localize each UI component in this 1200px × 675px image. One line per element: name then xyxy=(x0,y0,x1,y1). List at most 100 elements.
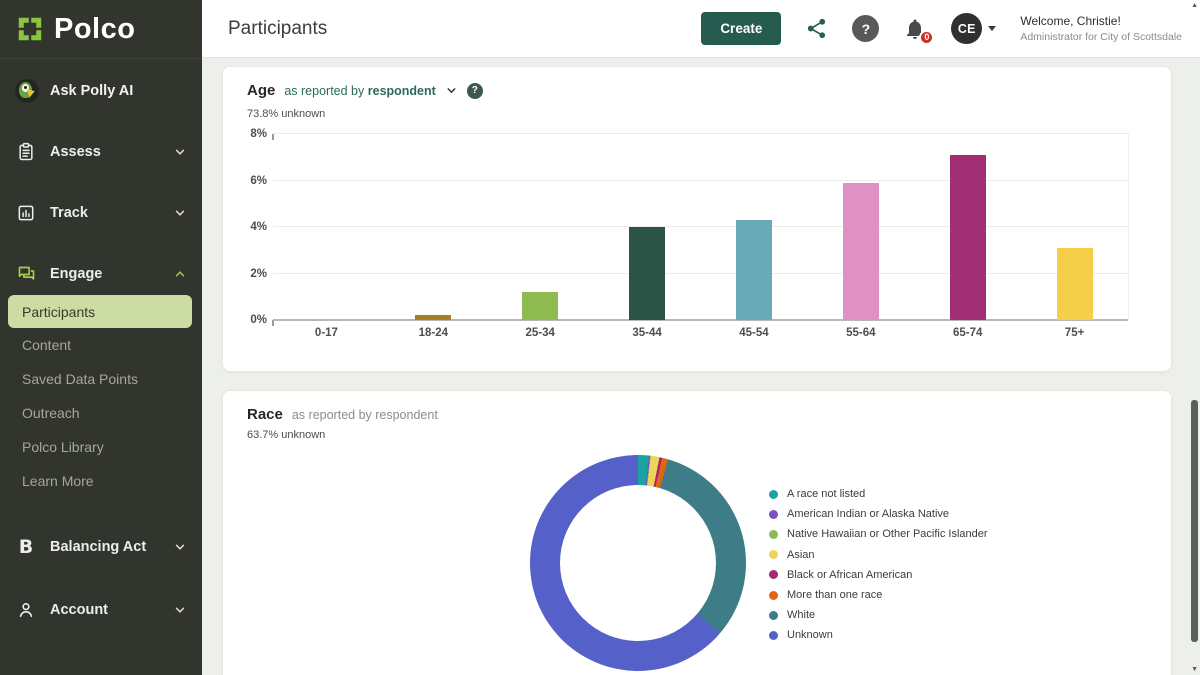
balancing-act-b-icon: B xyxy=(15,536,37,558)
y-tick-label: 8% xyxy=(229,128,267,140)
legend-label: American Indian or Alaska Native xyxy=(787,508,949,520)
legend-item[interactable]: A race not listed xyxy=(769,484,988,504)
sidebar-item-outreach[interactable]: Outreach xyxy=(0,396,202,430)
age-plot: 0-1718-2425-3435-4445-5455-6465-7475+ 0%… xyxy=(273,134,1129,320)
sidebar-item-ask-polly[interactable]: Ask Polly AI xyxy=(0,77,202,105)
bar-slot xyxy=(807,134,914,320)
create-button[interactable]: Create xyxy=(701,12,781,45)
sidebar-item-label: Balancing Act xyxy=(50,539,146,555)
sidebar-item-balancing-act[interactable]: B Balancing Act xyxy=(0,533,202,561)
y-tick-label: 6% xyxy=(229,175,267,187)
race-legend: A race not listed American Indian or Alas… xyxy=(769,484,988,646)
engage-subnav: Participants Content Saved Data Points O… xyxy=(0,295,202,498)
race-unknown-note: 63.7% unknown xyxy=(247,429,325,441)
legend-dot xyxy=(769,631,778,640)
x-tick-label: 18-24 xyxy=(380,327,487,339)
sidebar-item-assess[interactable]: Assess xyxy=(0,138,202,166)
bar-55-64[interactable] xyxy=(843,183,879,320)
sidebar-item-learn-more[interactable]: Learn More xyxy=(0,464,202,498)
legend-dot xyxy=(769,510,778,519)
sidebar-item-label: Assess xyxy=(50,144,101,160)
bar-slot xyxy=(1021,134,1128,320)
subtitle-prefix: as reported by xyxy=(284,84,364,98)
legend-dot xyxy=(769,611,778,620)
x-tick-label: 0-17 xyxy=(273,327,380,339)
race-card: Race as reported by respondent 63.7% unk… xyxy=(222,390,1172,675)
chevron-down-icon[interactable] xyxy=(445,84,458,97)
age-card-header: Age as reported by respondent ? xyxy=(247,82,483,99)
race-chart-title: Race xyxy=(247,406,283,423)
person-icon xyxy=(15,600,37,620)
sidebar-item-label: Track xyxy=(50,205,88,221)
legend-dot xyxy=(769,530,778,539)
logo-text: Polco xyxy=(54,13,135,46)
sidebar-item-track[interactable]: Track xyxy=(0,199,202,227)
bar-slot xyxy=(487,134,594,320)
logo[interactable]: Polco xyxy=(0,0,202,59)
share-icon[interactable] xyxy=(805,17,828,40)
legend-item[interactable]: Black or African American xyxy=(769,565,988,585)
welcome-block: Welcome, Christie! Administrator for Cit… xyxy=(1020,13,1186,43)
scrollbar: ▲ ▼ xyxy=(1188,0,1200,675)
legend-item[interactable]: More than one race xyxy=(769,585,988,605)
scrollbar-thumb[interactable] xyxy=(1191,400,1198,642)
page-title: Participants xyxy=(228,18,327,40)
sidebar-item-content[interactable]: Content xyxy=(0,328,202,362)
bar-chart-icon xyxy=(15,203,37,223)
legend-item[interactable]: American Indian or Alaska Native xyxy=(769,504,988,524)
bar-18-24[interactable] xyxy=(415,315,451,320)
sidebar-item-saved-data-points[interactable]: Saved Data Points xyxy=(0,362,202,396)
legend-item[interactable]: Asian xyxy=(769,545,988,565)
sidebar-item-label: Engage xyxy=(50,266,102,282)
bar-slot xyxy=(380,134,487,320)
bar-35-44[interactable] xyxy=(629,227,665,320)
race-subtitle: as reported by respondent xyxy=(292,408,438,422)
polco-pinwheel-icon xyxy=(15,14,45,44)
bar-25-34[interactable] xyxy=(522,292,558,320)
x-tick-label: 45-54 xyxy=(701,327,808,339)
scrollbar-up-arrow[interactable]: ▲ xyxy=(1191,2,1198,9)
role-text: Administrator for City of Scottsdale xyxy=(1020,30,1182,44)
bar-45-54[interactable] xyxy=(736,220,772,320)
subtitle-emphasis: respondent xyxy=(368,84,436,98)
sidebar-item-label: Saved Data Points xyxy=(22,371,138,387)
legend-label: Asian xyxy=(787,549,815,561)
bar-75+[interactable] xyxy=(1057,248,1093,320)
legend-label: Unknown xyxy=(787,629,833,641)
sidebar-item-participants[interactable]: Participants xyxy=(8,295,192,328)
bar-slot xyxy=(701,134,808,320)
x-tick-label: 35-44 xyxy=(594,327,701,339)
top-header: Participants Create ? 0 CE Welcome, Chri… xyxy=(202,0,1200,58)
chat-bubbles-icon xyxy=(15,264,37,285)
sidebar-item-engage[interactable]: Engage xyxy=(0,260,202,288)
account-menu[interactable]: CE xyxy=(951,13,996,44)
question-mark-icon[interactable]: ? xyxy=(467,83,483,99)
parrot-icon xyxy=(15,79,39,103)
race-donut[interactable] xyxy=(530,455,746,671)
x-tick-label: 75+ xyxy=(1021,327,1128,339)
legend-dot xyxy=(769,550,778,559)
legend-item[interactable]: Native Hawaiian or Other Pacific Islande… xyxy=(769,524,988,544)
legend-dot xyxy=(769,570,778,579)
chevron-down-icon xyxy=(173,206,187,220)
sidebar-item-label: Ask Polly AI xyxy=(50,83,133,99)
clipboard-icon xyxy=(15,142,37,162)
legend-label: White xyxy=(787,609,815,621)
x-tick-label: 25-34 xyxy=(487,327,594,339)
legend-dot xyxy=(769,591,778,600)
bar-65-74[interactable] xyxy=(950,155,986,320)
sidebar-item-label: Learn More xyxy=(22,473,94,489)
legend-item[interactable]: White xyxy=(769,605,988,625)
age-unknown-note: 73.8% unknown xyxy=(247,108,325,120)
legend-item[interactable]: Unknown xyxy=(769,625,988,645)
sidebar-item-label: Participants xyxy=(22,304,95,320)
help-icon[interactable]: ? xyxy=(852,15,879,42)
race-card-header: Race as reported by respondent xyxy=(247,406,438,423)
y-tick-label: 2% xyxy=(229,268,267,280)
scrollbar-down-arrow[interactable]: ▼ xyxy=(1191,666,1198,673)
notifications-bell-icon[interactable]: 0 xyxy=(903,17,927,41)
sidebar-item-polco-library[interactable]: Polco Library xyxy=(0,430,202,464)
age-subtitle-dropdown[interactable]: as reported by respondent xyxy=(284,84,435,98)
bar-slot xyxy=(594,134,701,320)
sidebar-item-account[interactable]: Account xyxy=(0,596,202,624)
